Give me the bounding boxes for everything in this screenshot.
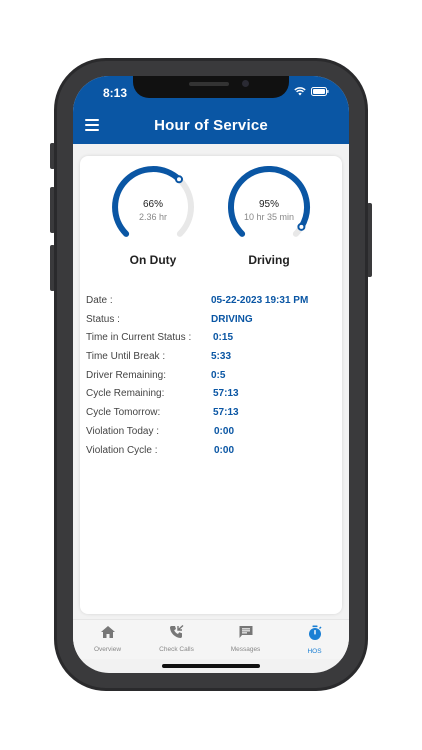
- detail-label: Time Until Break :: [86, 351, 166, 363]
- tab-messages[interactable]: Messages: [211, 620, 280, 659]
- status-icons: [294, 87, 329, 96]
- detail-value: 0:00: [214, 425, 235, 437]
- wifi-icon: [294, 87, 306, 96]
- detail-label: Date :: [86, 295, 113, 306]
- gauge-label: Driving: [248, 253, 290, 267]
- gauge-hours: 10 hr 35 min: [243, 212, 295, 222]
- tab-label: Messages: [230, 646, 261, 653]
- tab-overview[interactable]: Overview: [73, 620, 142, 659]
- gauge-hours: 2.36 hr: [138, 212, 168, 222]
- detail-label: Status :: [86, 313, 120, 325]
- detail-row: Driver Remaining: 0:5: [86, 368, 336, 387]
- battery-icon: [311, 87, 329, 96]
- status-bar-time: 8:13: [103, 86, 128, 100]
- detail-value: 0:5: [211, 369, 226, 381]
- gauge-percent: 95%: [258, 199, 279, 210]
- camera: [242, 80, 249, 87]
- detail-row: Status : DRIVING: [86, 312, 336, 331]
- tab-label: HOS: [307, 648, 322, 655]
- app-screen: 8:13 Hour of Service 66% 2.36 hr On Duty…: [73, 76, 349, 673]
- detail-value: DRIVING: [211, 313, 253, 325]
- phone-icon: [169, 624, 183, 638]
- detail-value: 0:15: [213, 332, 234, 344]
- detail-label: Time in Current Status :: [86, 332, 192, 344]
- gauge-driving: 95% 10 hr 35 min Driving: [224, 166, 314, 267]
- hos-details: Date : 05-22-2023 19:31 PM Status : DRIVIN…: [86, 293, 336, 461]
- detail-value: 5:33: [211, 351, 232, 363]
- speaker: [189, 82, 229, 86]
- gauge-label: On Duty: [129, 253, 177, 267]
- detail-value: 57:13: [213, 407, 239, 419]
- detail-row: Time in Current Status : 0:15: [86, 330, 336, 349]
- detail-value: 57:13: [213, 388, 239, 400]
- detail-row: Cycle Remaining: 57:13: [86, 386, 336, 405]
- bottom-tab-bar: Overview Check Calls Messages HOS: [73, 619, 349, 659]
- detail-value: 0:00: [214, 444, 235, 456]
- gauge-knob: [297, 222, 306, 231]
- tab-check-calls[interactable]: Check Calls: [142, 620, 211, 659]
- stopwatch-icon: [308, 625, 321, 640]
- page-title: Hour of Service: [154, 117, 268, 134]
- detail-row: Violation Cycle : 0:00: [86, 443, 336, 462]
- detail-label: Violation Cycle :: [86, 444, 158, 456]
- detail-label: Cycle Tomorrow:: [86, 407, 161, 419]
- gauge-on-duty: 66% 2.36 hr On Duty: [108, 166, 198, 267]
- gauge-knob: [175, 175, 184, 184]
- message-icon: [239, 626, 252, 638]
- detail-label: Cycle Remaining:: [86, 388, 165, 400]
- tab-label: Overview: [93, 646, 122, 653]
- detail-row: Time Until Break : 5:33: [86, 349, 336, 368]
- tab-hos[interactable]: HOS: [280, 620, 349, 659]
- detail-row: Cycle Tomorrow: 57:13: [86, 405, 336, 424]
- tab-label: Check Calls: [159, 646, 194, 653]
- detail-row: Violation Today : 0:00: [86, 424, 336, 443]
- hos-card: 66% 2.36 hr On Duty 95% 10 hr 35 min Dri…: [80, 156, 342, 614]
- notch: [133, 76, 289, 98]
- detail-row: Date : 05-22-2023 19:31 PM: [86, 293, 336, 312]
- detail-value: 05-22-2023 19:31 PM: [211, 295, 309, 306]
- detail-label: Driver Remaining:: [86, 369, 167, 381]
- home-indicator: [162, 664, 260, 668]
- gauge-percent: 66%: [142, 199, 163, 210]
- home-icon: [100, 626, 115, 638]
- detail-label: Violation Today :: [86, 425, 160, 437]
